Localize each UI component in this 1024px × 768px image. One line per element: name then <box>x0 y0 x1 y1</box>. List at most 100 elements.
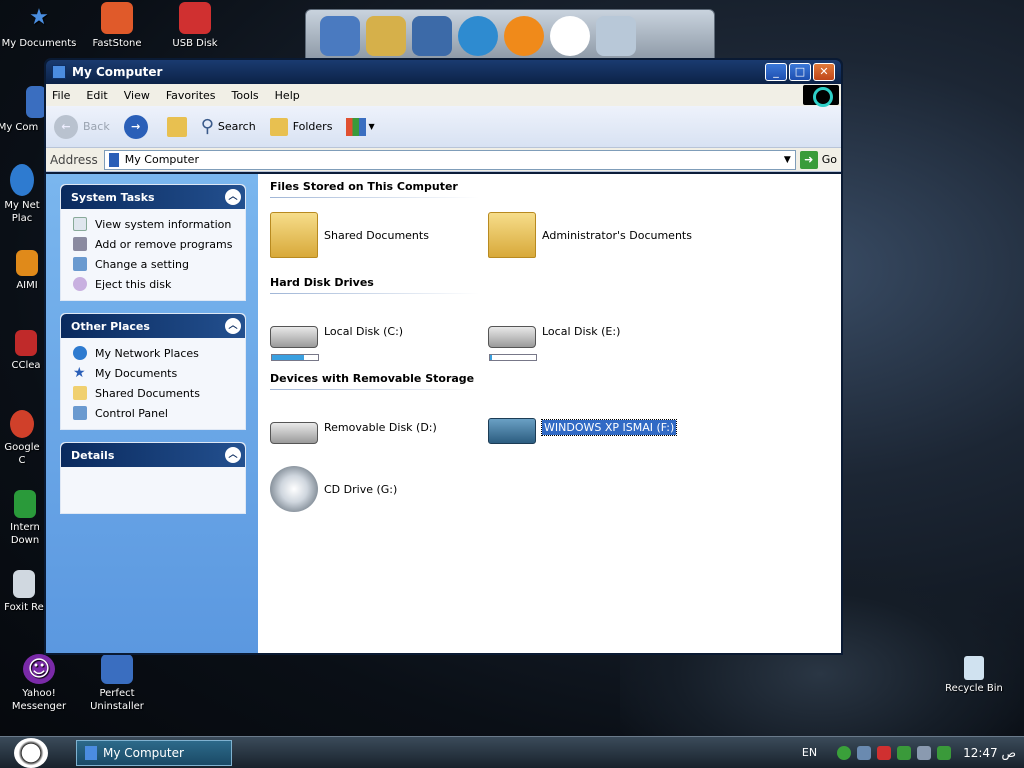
taskbar-item-my-computer[interactable]: My Computer <box>76 739 232 766</box>
folder-administrator-documents[interactable]: Administrator's Documents <box>488 212 706 258</box>
toolbar: ← Back → ⚲ Search Folders ▼ <box>46 106 841 148</box>
desktop-icon-foxit[interactable]: Foxit Re <box>4 570 44 614</box>
yahoo-icon: ☺ <box>23 654 55 684</box>
address-label: Address <box>50 152 98 167</box>
language-indicator[interactable]: EN <box>802 746 817 759</box>
chevron-down-icon[interactable]: ▼ <box>784 155 791 165</box>
forward-button[interactable]: → <box>123 114 153 139</box>
desktop-icon-faststone[interactable]: FastStone <box>78 2 156 50</box>
desktop-icon-usb-disk[interactable]: USB Disk <box>156 2 234 50</box>
drive-local-c[interactable]: Local Disk (C:) <box>270 314 488 361</box>
drive-removable-d[interactable]: Removable Disk (D:) <box>270 410 488 444</box>
up-button[interactable] <box>166 116 187 137</box>
address-bar: Address My Computer ▼ ➜ Go <box>46 148 841 172</box>
folder-shared-documents[interactable]: Shared Documents <box>270 212 488 258</box>
trash-icon[interactable] <box>596 16 636 56</box>
drive-cd-g[interactable]: CD Drive (G:) <box>270 466 488 512</box>
other-places-header[interactable]: Other Places ︿ <box>61 314 245 338</box>
task-eject-disk[interactable]: Eject this disk <box>73 274 237 294</box>
desktop-icon-my-computer[interactable]: My Com <box>0 86 46 134</box>
cd-drive-icon <box>270 466 318 512</box>
desktop-icon-ccleaner[interactable]: CClea <box>8 330 44 372</box>
title-bar[interactable]: My Computer _ □ ✕ <box>46 60 841 84</box>
desktop-icon-perfect-uninstaller[interactable]: Perfect Uninstaller <box>78 654 156 713</box>
menu-favorites[interactable]: Favorites <box>166 89 216 102</box>
network-icon[interactable] <box>857 745 872 760</box>
group-header: Hard Disk Drives <box>270 276 478 294</box>
back-button[interactable]: ← Back <box>54 114 110 139</box>
drive-windows-xp-f[interactable]: WINDOWS XP ISMAI (F:) <box>488 410 706 444</box>
my-computer-window: My Computer _ □ ✕ File Edit View Favorit… <box>44 58 843 655</box>
close-button[interactable]: ✕ <box>813 63 835 81</box>
eject-icon <box>73 277 87 291</box>
media-player-icon[interactable] <box>504 16 544 56</box>
clock[interactable]: 12:47 ص <box>963 746 1016 760</box>
go-button[interactable]: ➜ Go <box>799 150 837 169</box>
windows-logo <box>803 85 839 107</box>
desktop-icon-google-chrome[interactable]: Google C <box>0 410 44 467</box>
monitor-icon[interactable] <box>320 16 360 56</box>
books-icon[interactable] <box>366 16 406 56</box>
desktop-icon-my-documents[interactable]: ★ My Documents <box>0 2 78 50</box>
task-change-setting[interactable]: Change a setting <box>73 254 237 274</box>
usb-safe-remove-icon[interactable] <box>897 745 912 760</box>
task-view-system-information[interactable]: View system information <box>73 214 237 234</box>
system-tasks-header[interactable]: System Tasks ︿ <box>61 185 245 209</box>
desktop-icon-aimp[interactable]: AIMI <box>10 250 44 292</box>
shield-icon[interactable] <box>877 745 892 760</box>
globe-icon[interactable] <box>458 16 498 56</box>
system-tasks-panel: System Tasks ︿ View system information A… <box>60 184 246 301</box>
folder-icon <box>488 212 536 258</box>
globe-icon <box>10 164 34 196</box>
ccleaner-icon <box>15 330 37 356</box>
collapse-icon[interactable]: ︿ <box>225 447 241 463</box>
network-icon[interactable] <box>412 16 452 56</box>
group-header: Devices with Removable Storage <box>270 372 478 390</box>
clock-icon[interactable] <box>550 16 590 56</box>
removable-disk-icon <box>270 422 318 444</box>
go-arrow-icon: ➜ <box>799 150 818 169</box>
place-my-documents[interactable]: ★ My Documents <box>73 363 237 383</box>
faststone-icon <box>101 2 133 34</box>
up-folder-icon <box>166 116 187 137</box>
minimize-button[interactable]: _ <box>765 63 787 81</box>
usb-drive-icon <box>488 418 536 444</box>
computer-icon <box>108 152 119 167</box>
menu-tools[interactable]: Tools <box>232 89 259 102</box>
place-my-network-places[interactable]: My Network Places <box>73 343 237 363</box>
uninstaller-icon <box>101 654 133 684</box>
views-icon <box>346 117 367 136</box>
star-icon: ★ <box>29 5 49 30</box>
speaker-icon[interactable] <box>917 745 932 760</box>
collapse-icon[interactable]: ︿ <box>225 318 241 334</box>
views-button[interactable]: ▼ <box>346 117 375 136</box>
idm-tray-icon[interactable] <box>937 745 952 760</box>
programs-icon <box>73 237 87 251</box>
menu-view[interactable]: View <box>124 89 150 102</box>
antivirus-icon[interactable] <box>837 745 852 760</box>
maximize-button[interactable]: □ <box>789 63 811 81</box>
task-add-remove-programs[interactable]: Add or remove programs <box>73 234 237 254</box>
chrome-icon <box>10 410 34 438</box>
menu-file[interactable]: File <box>52 89 70 102</box>
place-control-panel[interactable]: Control Panel <box>73 403 237 423</box>
usb-disk-icon <box>179 2 211 34</box>
system-info-icon <box>73 217 87 231</box>
desktop-icon-recycle-bin[interactable]: Recycle Bin <box>936 656 1012 694</box>
menu-edit[interactable]: Edit <box>86 89 107 102</box>
drive-local-e[interactable]: Local Disk (E:) <box>488 314 706 361</box>
system-tray: EN 12:47 ص <box>794 740 1024 766</box>
desktop-icon-yahoo-messenger[interactable]: ☺ Yahoo! Messenger <box>0 654 78 713</box>
folders-button[interactable]: Folders <box>269 117 332 136</box>
task-pane: System Tasks ︿ View system information A… <box>46 174 258 653</box>
menu-help[interactable]: Help <box>275 89 300 102</box>
desktop-icon-idm[interactable]: Intern Down <box>6 490 44 547</box>
collapse-icon[interactable]: ︿ <box>225 189 241 205</box>
place-shared-documents[interactable]: Shared Documents <box>73 383 237 403</box>
address-input[interactable]: My Computer ▼ <box>103 149 796 170</box>
desktop-icon-network[interactable]: My Net Plac <box>0 164 44 225</box>
computer-icon <box>52 65 66 79</box>
start-button[interactable] <box>14 737 48 768</box>
details-header[interactable]: Details ︿ <box>61 443 245 467</box>
search-button[interactable]: ⚲ Search <box>201 116 256 137</box>
